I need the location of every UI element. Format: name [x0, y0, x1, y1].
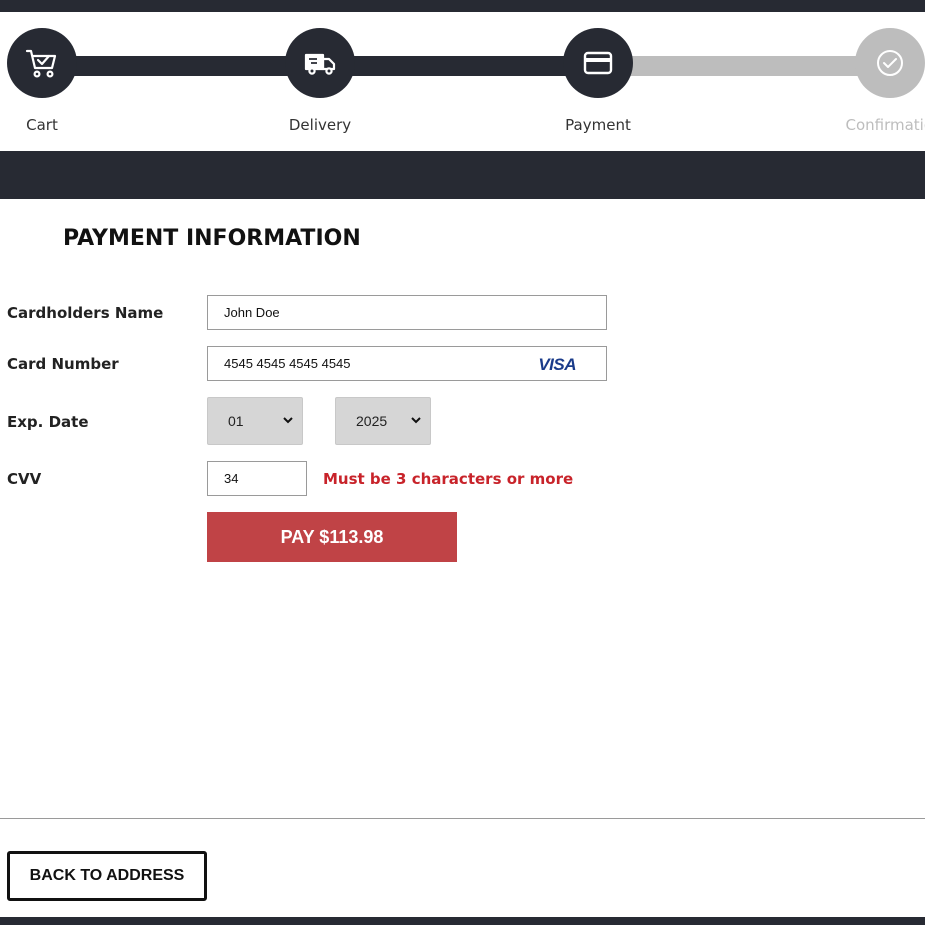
- bottom-bar: [0, 917, 925, 925]
- step-label-cart: Cart: [26, 116, 58, 134]
- cvv-input[interactable]: 34: [207, 461, 307, 496]
- top-bar: [0, 0, 925, 12]
- cardholder-label: Cardholders Name: [7, 304, 164, 322]
- chevron-down-icon: [411, 417, 421, 424]
- checkout-stepper: Cart Delivery Payment Confirmation: [0, 12, 925, 151]
- exp-month-value: 01: [228, 413, 244, 429]
- header-band: [0, 151, 925, 199]
- card-number-label: Card Number: [7, 355, 119, 373]
- step-label-payment: Payment: [565, 116, 631, 134]
- exp-date-label: Exp. Date: [7, 413, 89, 431]
- step-confirmation[interactable]: [855, 28, 925, 98]
- credit-card-icon: [583, 51, 613, 75]
- step-label-delivery: Delivery: [288, 116, 352, 134]
- truck-icon: [304, 53, 336, 75]
- divider: [0, 818, 925, 819]
- step-cart[interactable]: [7, 28, 77, 98]
- exp-month-select[interactable]: 01: [207, 397, 303, 445]
- cardholder-name-input[interactable]: John Doe: [207, 295, 607, 330]
- step-delivery[interactable]: [285, 28, 355, 98]
- step-payment[interactable]: [563, 28, 633, 98]
- step-label-confirmation: Confirmation: [845, 116, 925, 134]
- card-number-input[interactable]: 4545 4545 4545 4545 VISA: [207, 346, 607, 381]
- check-circle-icon: [877, 50, 903, 76]
- exp-year-value: 2025: [356, 413, 388, 429]
- visa-logo-icon: VISA: [538, 355, 576, 374]
- cvv-label: CVV: [7, 470, 42, 488]
- cart-check-icon: [25, 49, 57, 78]
- card-number-value: 4545 4545 4545 4545: [224, 356, 351, 371]
- stepper-track-pending: [598, 56, 898, 76]
- back-to-address-button[interactable]: BACK TO ADDRESS: [7, 851, 207, 901]
- chevron-down-icon: [283, 417, 293, 424]
- page-title: PAYMENT INFORMATION: [63, 226, 361, 251]
- cvv-error-message: Must be 3 characters or more: [323, 470, 574, 488]
- exp-year-select[interactable]: 2025: [335, 397, 431, 445]
- pay-button[interactable]: PAY $113.98: [207, 512, 457, 562]
